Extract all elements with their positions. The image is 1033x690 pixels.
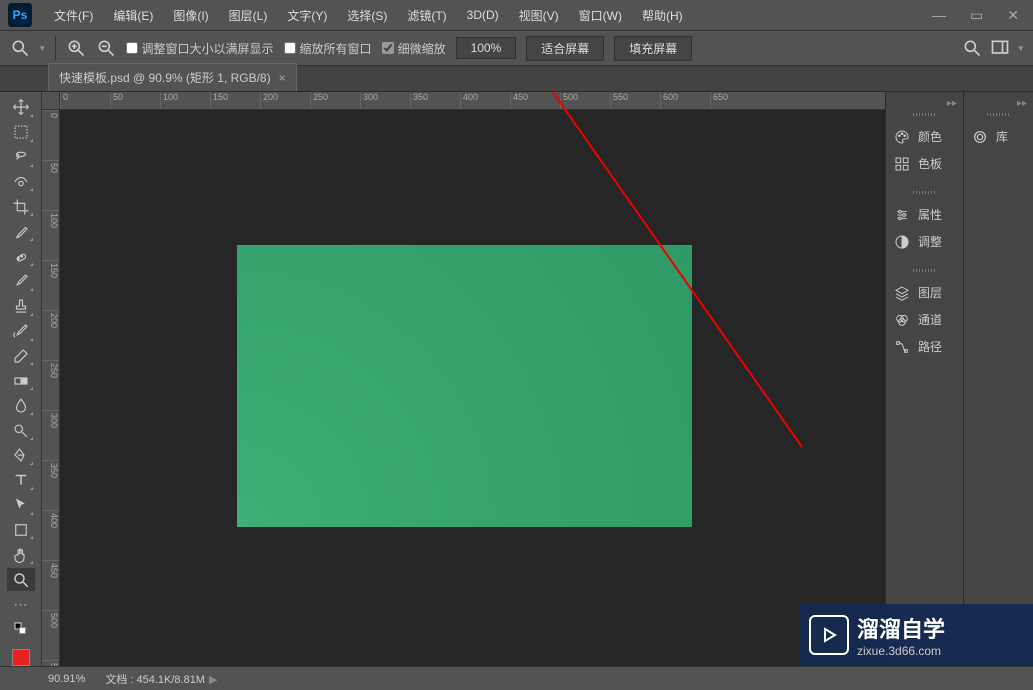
ruler-origin[interactable] (42, 92, 60, 110)
canvas-area[interactable]: 050100150200250300350400450500550600650 … (42, 92, 885, 666)
menu-select[interactable]: 选择(S) (337, 3, 397, 28)
zoom-tool-icon (10, 38, 30, 58)
library-panel-label: 库 (996, 128, 1008, 145)
toolbox: ⋯ (0, 92, 42, 666)
collapse-panels-icon[interactable]: ▸▸ (886, 98, 963, 113)
workspace-switcher-icon[interactable] (990, 38, 1010, 58)
menu-help[interactable]: 帮助(H) (632, 3, 693, 28)
library-panel-button[interactable]: 库 (964, 123, 1033, 150)
swatches-panel-label: 色板 (918, 155, 942, 172)
document-canvas[interactable] (237, 245, 692, 527)
foreground-color-swatch[interactable] (12, 649, 30, 666)
history-brush-tool[interactable] (7, 320, 35, 343)
crop-tool[interactable] (7, 195, 35, 218)
resize-windows-label: 调整窗口大小以满屏显示 (142, 40, 274, 57)
paths-panel-button[interactable]: 路径 (886, 333, 963, 360)
menu-filter[interactable]: 滤镜(T) (397, 3, 456, 28)
close-button[interactable]: ✕ (1001, 5, 1025, 26)
layers-panel-label: 图层 (918, 284, 942, 301)
channels-panel-button[interactable]: 通道 (886, 306, 963, 333)
ps-logo: Ps (8, 3, 32, 27)
shape-tool[interactable] (7, 519, 35, 542)
watermark-title: 溜溜自学 (857, 612, 945, 644)
collapse-panels-icon-2[interactable]: ▸▸ (964, 98, 1033, 113)
hand-tool[interactable] (7, 543, 35, 566)
eyedropper-tool[interactable] (7, 220, 35, 243)
gradient-tool[interactable] (7, 369, 35, 392)
move-tool[interactable] (7, 96, 35, 119)
ruler-vertical[interactable]: 050100150200250300350400450500550 (42, 110, 60, 666)
color-panel-button[interactable]: 颜色 (886, 123, 963, 150)
zoom-all-checkbox[interactable]: 缩放所有窗口 (284, 40, 372, 57)
ruler-horizontal[interactable]: 050100150200250300350400450500550600650 (60, 92, 885, 110)
dodge-tool[interactable] (7, 419, 35, 442)
zoom-tool[interactable] (7, 568, 35, 591)
menu-view[interactable]: 视图(V) (509, 3, 569, 28)
menu-window[interactable]: 窗口(W) (569, 3, 632, 28)
edit-toolbar[interactable]: ⋯ (7, 593, 35, 616)
layers-panel-button[interactable]: 图层 (886, 279, 963, 306)
panel-column-1: ▸▸ 颜色 色板 属性 调整 图层 通道 路径 (885, 92, 963, 666)
menu-file[interactable]: 文件(F) (44, 3, 103, 28)
brush-tool[interactable] (7, 270, 35, 293)
lasso-tool[interactable] (7, 146, 35, 169)
watermark-logo-icon (809, 615, 849, 655)
search-icon[interactable] (962, 38, 982, 58)
pen-tool[interactable] (7, 444, 35, 467)
watermark-subtitle: zixue.3d66.com (857, 644, 945, 658)
maximize-button[interactable]: ▭ (964, 5, 989, 26)
scrubby-zoom-label: 细微缩放 (398, 40, 446, 57)
menu-type[interactable]: 文字(Y) (277, 3, 337, 28)
adjustments-panel-label: 调整 (918, 233, 942, 250)
zoom-in-button[interactable] (66, 38, 86, 58)
resize-windows-checkbox[interactable]: 调整窗口大小以满屏显示 (126, 40, 274, 57)
workspace-dropdown[interactable]: ▾ (1018, 43, 1023, 54)
zoom-100-button[interactable]: 100% (456, 37, 517, 59)
fit-screen-button[interactable]: 适合屏幕 (526, 36, 604, 61)
panel-column-2: ▸▸ 库 (963, 92, 1033, 666)
zoom-out-button[interactable] (96, 38, 116, 58)
healing-tool[interactable] (7, 245, 35, 268)
stamp-tool[interactable] (7, 295, 35, 318)
menu-layer[interactable]: 图层(L) (219, 3, 278, 28)
quick-select-tool[interactable] (7, 171, 35, 194)
properties-panel-label: 属性 (918, 206, 942, 223)
paths-panel-label: 路径 (918, 338, 942, 355)
properties-panel-button[interactable]: 属性 (886, 201, 963, 228)
fill-screen-button[interactable]: 填充屏幕 (614, 36, 692, 61)
menu-3d[interactable]: 3D(D) (457, 4, 509, 26)
watermark: 溜溜自学 zixue.3d66.com (799, 604, 1033, 666)
scrubby-zoom-checkbox[interactable]: 细微缩放 (382, 40, 446, 57)
tool-preset-dropdown[interactable]: ▾ (40, 43, 45, 54)
menu-edit[interactable]: 编辑(E) (103, 3, 163, 28)
document-tab-title: 快速模板.psd @ 90.9% (矩形 1, RGB/8) (59, 69, 271, 86)
marquee-tool[interactable] (7, 121, 35, 144)
path-select-tool[interactable] (7, 494, 35, 517)
status-doc-size[interactable]: 文档 : 454.1K/8.81M▶ (105, 671, 217, 687)
status-zoom[interactable]: 90.91% (48, 673, 85, 685)
eraser-tool[interactable] (7, 345, 35, 368)
channels-panel-label: 通道 (918, 311, 942, 328)
document-tab-close[interactable]: × (279, 71, 286, 85)
menu-image[interactable]: 图像(I) (163, 3, 218, 28)
adjustments-panel-button[interactable]: 调整 (886, 228, 963, 255)
minimize-button[interactable]: — (926, 5, 952, 26)
blur-tool[interactable] (7, 394, 35, 417)
default-colors-icon[interactable] (7, 618, 35, 641)
color-panel-label: 颜色 (918, 128, 942, 145)
swatches-panel-button[interactable]: 色板 (886, 150, 963, 177)
type-tool[interactable] (7, 469, 35, 492)
document-tab[interactable]: 快速模板.psd @ 90.9% (矩形 1, RGB/8) × (48, 63, 297, 91)
zoom-all-label: 缩放所有窗口 (300, 40, 372, 57)
